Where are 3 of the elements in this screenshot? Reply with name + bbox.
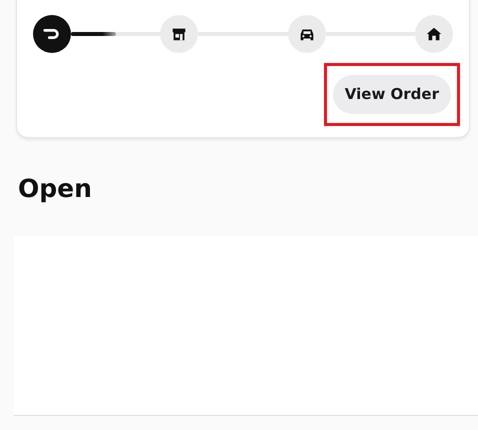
house-icon [424, 25, 443, 43]
view-order-button[interactable]: View Order [332, 75, 451, 114]
section-title: Open [18, 173, 93, 205]
